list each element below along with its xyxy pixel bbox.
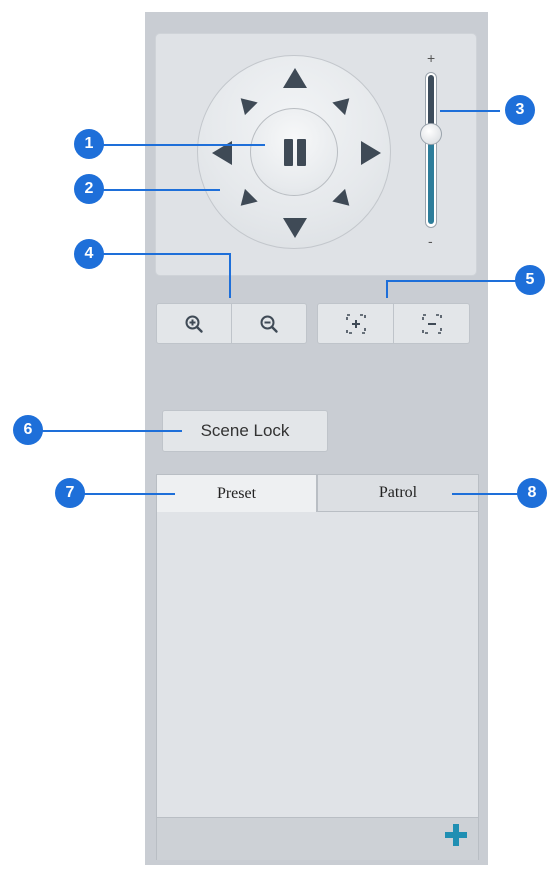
focus-button-group xyxy=(317,303,470,344)
pan-down-arrow-icon[interactable] xyxy=(283,218,307,238)
preset-list xyxy=(156,474,479,860)
callout-badge-1: 1 xyxy=(74,129,104,159)
callout-line-6 xyxy=(42,430,182,432)
focus-near-icon xyxy=(345,313,366,334)
callout-line-1 xyxy=(100,144,265,146)
callout-badge-4: 4 xyxy=(74,239,104,269)
speed-slider-track[interactable] xyxy=(425,72,437,228)
callout-line-5b xyxy=(386,280,388,298)
callout-line-7 xyxy=(80,493,175,495)
zoom-in-button[interactable] xyxy=(157,304,231,343)
callout-badge-6: 6 xyxy=(13,415,43,445)
callout-line-8 xyxy=(452,493,522,495)
callout-line-5a xyxy=(387,280,522,282)
focus-near-button[interactable] xyxy=(318,304,393,343)
focus-far-button[interactable] xyxy=(393,304,469,343)
pause-icon xyxy=(284,139,293,166)
speed-minus-label: - xyxy=(428,233,433,249)
pan-right-arrow-icon[interactable] xyxy=(361,141,381,165)
zoom-out-icon xyxy=(260,315,278,333)
tab-preset[interactable]: Preset xyxy=(156,474,317,512)
speed-slider-handle[interactable] xyxy=(420,123,442,145)
callout-badge-8: 8 xyxy=(517,478,547,508)
callout-line-4a xyxy=(100,253,230,255)
preset-list-footer xyxy=(157,817,478,860)
pause-icon-bar xyxy=(297,139,306,166)
pause-button[interactable] xyxy=(250,108,338,196)
zoom-button-group xyxy=(156,303,307,344)
callout-badge-7: 7 xyxy=(55,478,85,508)
callout-line-2 xyxy=(100,189,220,191)
focus-far-icon xyxy=(421,313,442,334)
callout-line-3 xyxy=(440,110,500,112)
zoom-in-icon xyxy=(185,315,203,333)
pan-up-arrow-icon[interactable] xyxy=(283,68,307,88)
callout-badge-5: 5 xyxy=(515,265,545,295)
add-icon[interactable] xyxy=(443,822,469,848)
speed-plus-label: + xyxy=(427,50,436,66)
speed-slider-fill xyxy=(428,137,434,224)
callout-badge-3: 3 xyxy=(505,95,535,125)
zoom-out-button[interactable] xyxy=(231,304,306,343)
callout-badge-2: 2 xyxy=(74,174,104,204)
scene-lock-button[interactable]: Scene Lock xyxy=(162,410,328,452)
callout-line-4b xyxy=(229,253,231,298)
